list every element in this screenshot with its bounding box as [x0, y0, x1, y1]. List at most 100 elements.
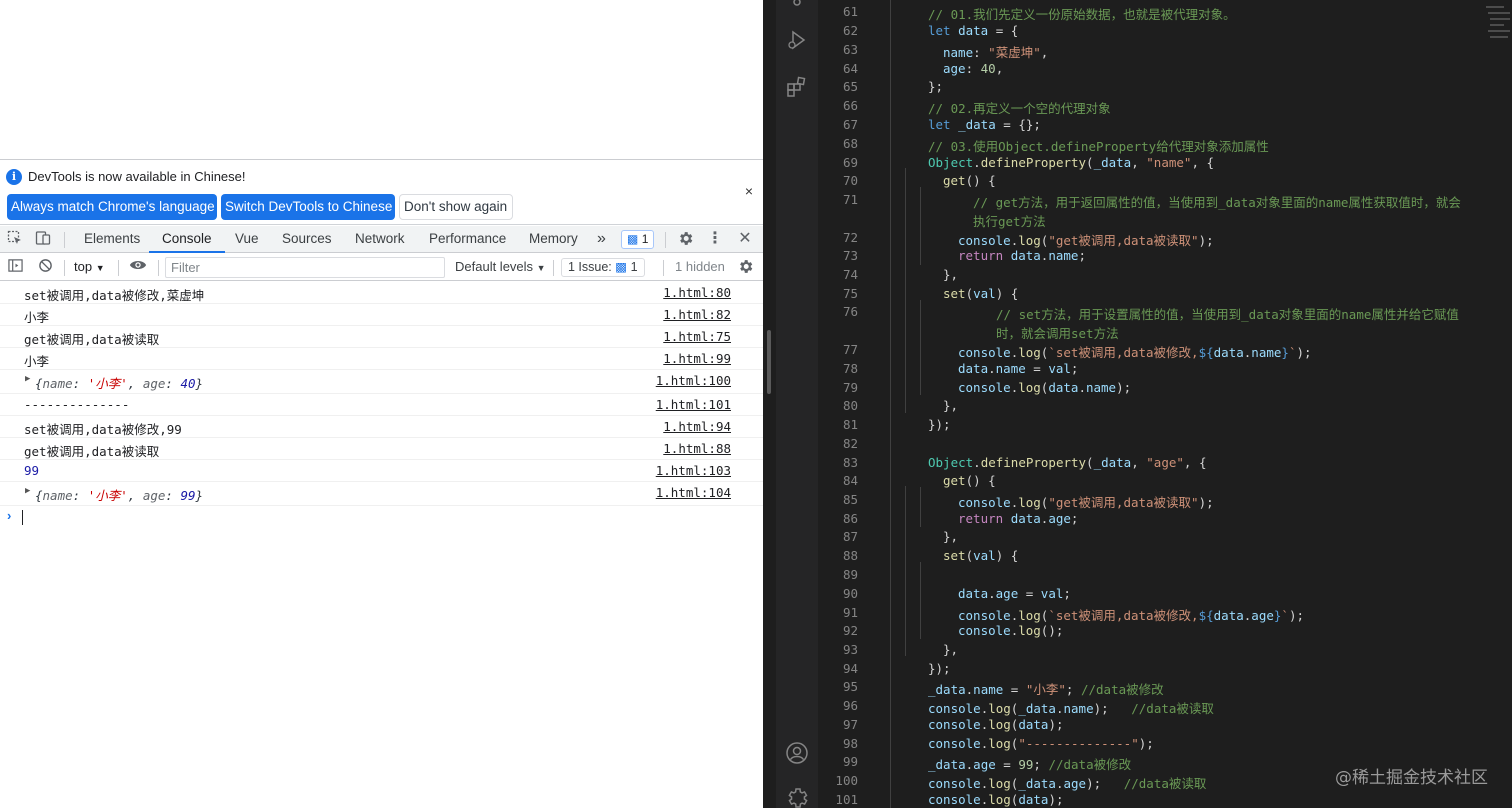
issues-label: 1 Issue: — [568, 260, 612, 274]
tab-memory[interactable]: Memory — [529, 226, 578, 253]
infobar-close-icon[interactable]: × — [745, 183, 753, 199]
code-property: name — [1251, 345, 1282, 360]
line-number: 95 — [842, 679, 858, 694]
minimap[interactable] — [1484, 0, 1512, 50]
clear-console-icon[interactable] — [36, 258, 54, 276]
console-message: get被调用,data被读取 1.html:88 — [0, 438, 763, 460]
tab-network[interactable]: Network — [355, 226, 405, 253]
more-tabs-icon[interactable]: » — [597, 226, 606, 253]
line-number: 66 — [842, 98, 858, 113]
info-icon: i — [6, 169, 22, 185]
minimap-line — [1486, 6, 1504, 8]
source-link[interactable]: 1.html:82 — [663, 307, 731, 322]
code-number: 99 — [1018, 757, 1034, 772]
code-area[interactable]: // 01.我们先定义一份原始数据，也就是被代理对象。 let data = {… — [884, 0, 1484, 808]
console-prompt[interactable]: › — [0, 506, 763, 528]
line-number: 97 — [842, 717, 858, 732]
code-variable: console — [958, 495, 1011, 510]
code-line: }, — [943, 398, 959, 413]
code-line: data.age = val; — [958, 586, 1071, 601]
code-function: log — [1018, 233, 1041, 248]
code-line: get() { — [943, 473, 996, 488]
prompt-chevron-icon: › — [7, 508, 12, 523]
account-icon[interactable] — [785, 741, 809, 765]
code-variable: _data — [1018, 776, 1056, 791]
line-number: 73 — [842, 248, 858, 263]
source-link[interactable]: 1.html:75 — [663, 329, 731, 344]
run-debug-icon[interactable] — [785, 28, 809, 52]
code-line: return data.name; — [958, 248, 1086, 263]
code-line: }); — [928, 417, 951, 432]
switch-to-chinese-button[interactable]: Switch DevTools to Chinese — [221, 194, 395, 220]
code-line: }); — [928, 661, 951, 676]
device-toolbar-icon[interactable] — [34, 230, 52, 248]
object-preview: {name: '小李', age: 99} — [35, 488, 204, 503]
manage-gear-icon[interactable] — [785, 786, 809, 808]
more-options-icon[interactable]: ⋮ — [706, 230, 724, 248]
source-link[interactable]: 1.html:80 — [663, 285, 731, 300]
console-message-object[interactable]: ▶ {name: '小李', age: 40} 1.html:100 — [0, 370, 763, 394]
filter-input[interactable]: Filter — [165, 257, 445, 278]
window-divider[interactable] — [763, 0, 776, 808]
console-settings-gear-icon[interactable] — [736, 258, 754, 276]
source-link[interactable]: 1.html:104 — [656, 485, 731, 500]
source-link[interactable]: 1.html:100 — [656, 373, 731, 388]
console-message-object[interactable]: ▶ {name: '小李', age: 99} 1.html:104 — [0, 482, 763, 506]
line-number: 88 — [842, 548, 858, 563]
source-link[interactable]: 1.html:99 — [663, 351, 731, 366]
line-number: 85 — [842, 492, 858, 507]
code-comment: 执行get方法 — [973, 214, 1046, 229]
dropdown-arrow-icon: ▼ — [95, 263, 105, 273]
hidden-messages-count: 1 hidden — [675, 259, 725, 274]
code-line: let _data = {}; — [928, 117, 1041, 132]
source-link[interactable]: 1.html:101 — [656, 397, 731, 412]
source-link[interactable]: 1.html:94 — [663, 419, 731, 434]
console-message: 小李 1.html:82 — [0, 304, 763, 326]
code-variable: console — [958, 380, 1011, 395]
tab-elements[interactable]: Elements — [84, 226, 140, 253]
source-link[interactable]: 1.html:103 — [656, 463, 731, 478]
code-comment: // set方法，用于设置属性的值，当使用到_data对象里面的name属性并给… — [996, 307, 1459, 322]
close-devtools-icon[interactable]: ✕ — [736, 230, 754, 248]
context-selector[interactable]: top ▼ — [74, 259, 105, 274]
code-function: log — [988, 717, 1011, 732]
source-link[interactable]: 1.html:88 — [663, 441, 731, 456]
code-variable: console — [928, 736, 981, 751]
code-line: data.name = val; — [958, 361, 1079, 376]
code-property: name — [995, 361, 1026, 376]
resize-handle[interactable] — [767, 330, 771, 394]
line-number: 101 — [835, 792, 858, 807]
line-number: 80 — [842, 398, 858, 413]
tab-sources[interactable]: Sources — [282, 226, 332, 253]
code-variable: data — [1010, 511, 1041, 526]
tab-vue[interactable]: Vue — [235, 226, 259, 253]
expand-triangle-icon[interactable]: ▶ — [25, 374, 30, 384]
code-variable: data — [1018, 717, 1049, 732]
always-match-language-button[interactable]: Always match Chrome's language — [7, 194, 217, 220]
extensions-icon[interactable] — [785, 75, 809, 99]
sidebar-toggle-icon[interactable] — [6, 258, 24, 276]
code-line: console.log("get被调用,data被读取"); — [958, 233, 1214, 248]
code-class: Object — [928, 455, 974, 470]
tab-performance[interactable]: Performance — [429, 226, 506, 253]
expand-triangle-icon[interactable]: ▶ — [25, 486, 30, 496]
source-control-icon[interactable] — [785, 0, 809, 16]
dont-show-again-button[interactable]: Don't show again — [399, 194, 513, 220]
code-line: }, — [943, 267, 959, 282]
log-text: set被调用,data被修改,菜虚坤 — [24, 288, 205, 303]
tab-console[interactable]: Console — [149, 226, 225, 253]
code-line: set(val) { — [943, 548, 1019, 563]
log-levels-dropdown[interactable]: Default levels ▼ — [455, 259, 546, 274]
live-expression-eye-icon[interactable] — [129, 258, 147, 276]
inspect-element-icon[interactable] — [6, 230, 24, 248]
line-number: 86 — [842, 511, 858, 526]
settings-gear-icon[interactable] — [676, 230, 694, 248]
issues-badge[interactable]: ▩ 1 — [621, 230, 655, 249]
code-function: log — [1018, 345, 1041, 360]
issues-button[interactable]: 1 Issue: ▩ 1 — [561, 258, 645, 277]
code-class: Object — [928, 155, 974, 170]
code-variable: data — [1213, 345, 1244, 360]
line-number: 76 — [842, 304, 858, 319]
code-string: "get被调用,data被读取" — [1048, 495, 1199, 510]
code-function: defineProperty — [980, 155, 1087, 170]
